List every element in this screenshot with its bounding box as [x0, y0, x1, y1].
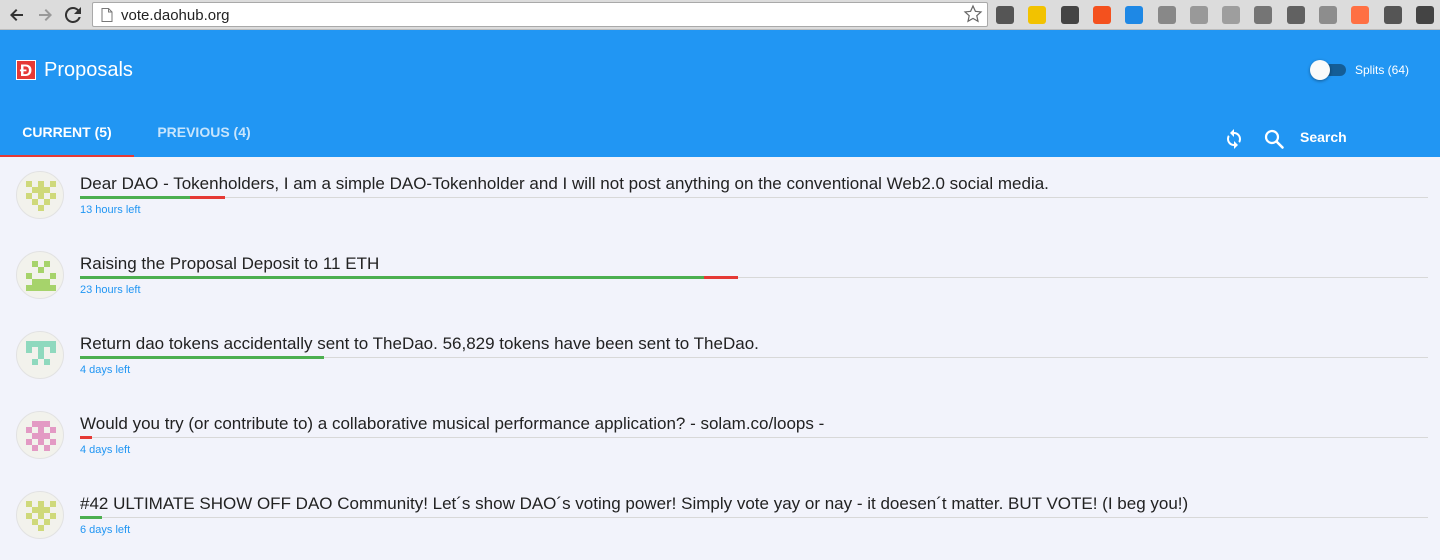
proposal-divider — [80, 437, 1428, 438]
vote-bar — [80, 436, 92, 439]
proposal-list: Dear DAO - Tokenholders, I am a simple D… — [0, 157, 1440, 557]
ext-11-icon[interactable] — [1319, 6, 1337, 24]
app-header: Đ Proposals Splits (64) CURRENT (5) PREV… — [0, 30, 1440, 157]
vote-bar-yes — [80, 516, 103, 519]
proposal-title[interactable]: #42 ULTIMATE SHOW OFF DAO Community! Let… — [80, 494, 1188, 514]
proposal-row[interactable]: Return dao tokens accidentally sent to T… — [0, 317, 1440, 397]
proposal-row[interactable]: Dear DAO - Tokenholders, I am a simple D… — [0, 157, 1440, 237]
ext-3-icon[interactable] — [1060, 6, 1079, 24]
time-left: 4 days left — [80, 444, 131, 456]
vote-bar-no — [189, 196, 226, 199]
vote-bar — [80, 356, 325, 359]
splits-label: Splits (64) — [1354, 63, 1409, 77]
identicon-icon — [26, 181, 56, 211]
proposal-title[interactable]: Raising the Proposal Deposit to 11 ETH — [80, 254, 379, 274]
forward-button[interactable] — [34, 4, 56, 26]
toggle-thumb — [1309, 60, 1330, 80]
vote-bar — [80, 196, 226, 199]
page-icon — [101, 8, 113, 22]
tab-current[interactable]: CURRENT (5) — [0, 30, 134, 157]
refresh-icon — [1227, 129, 1241, 149]
ext-1-icon[interactable] — [996, 6, 1014, 24]
vote-bar-no — [80, 436, 92, 439]
search-icon — [1264, 129, 1284, 149]
splits-toggle-group: Splits (64) — [1309, 60, 1409, 80]
ext-14-icon[interactable] — [1415, 6, 1434, 24]
vote-bar-no — [704, 276, 739, 279]
identicon-icon — [26, 501, 56, 531]
search-button[interactable] — [1262, 127, 1286, 151]
vote-bar-yes — [80, 196, 190, 199]
identicon-avatar — [16, 171, 64, 219]
arrow-right-icon — [39, 9, 52, 21]
ext-13-icon[interactable] — [1383, 6, 1402, 24]
time-left: 23 hours left — [80, 284, 141, 296]
ext-5-icon[interactable] — [1125, 6, 1144, 24]
vote-bar-yes — [80, 276, 705, 279]
tab-previous[interactable]: PREVIOUS (4) — [134, 30, 274, 157]
identicon-avatar — [16, 491, 64, 539]
time-left: 4 days left — [80, 364, 131, 376]
vote-bar-yes — [80, 356, 325, 359]
identicon-avatar — [16, 411, 64, 459]
identicon-icon — [26, 341, 56, 365]
proposal-divider — [80, 517, 1428, 518]
proposal-title[interactable]: Dear DAO - Tokenholders, I am a simple D… — [80, 174, 1049, 194]
identicon-icon — [26, 421, 56, 451]
time-left: 13 hours left — [80, 204, 141, 216]
ext-4-icon[interactable] — [1092, 6, 1111, 24]
time-left: 6 days left — [80, 524, 131, 536]
vote-bar — [80, 276, 739, 279]
proposal-title[interactable]: Would you try (or contribute to) a colla… — [80, 414, 824, 434]
ext-2-icon[interactable] — [1028, 6, 1047, 24]
tab-previous-label: PREVIOUS (4) — [157, 124, 251, 140]
refresh-button[interactable] — [1222, 127, 1246, 151]
url-text: vote.daohub.org — [121, 7, 230, 24]
browser-toolbar: vote.daohub.org — [0, 0, 1440, 30]
identicon-icon — [26, 261, 56, 291]
ext-7-icon[interactable] — [1189, 6, 1208, 24]
ext-12-icon[interactable] — [1351, 6, 1370, 24]
proposal-row[interactable]: Raising the Proposal Deposit to 11 ETH 2… — [0, 237, 1440, 317]
proposal-row[interactable]: #42 ULTIMATE SHOW OFF DAO Community! Let… — [0, 477, 1440, 557]
ext-9-icon[interactable] — [1254, 6, 1273, 24]
splits-toggle[interactable] — [1309, 60, 1346, 80]
back-button[interactable] — [6, 4, 28, 26]
search-label[interactable]: Search — [1300, 129, 1347, 145]
ext-8-icon[interactable] — [1222, 6, 1241, 24]
proposal-row[interactable]: Would you try (or contribute to) a colla… — [0, 397, 1440, 477]
vote-bar — [80, 516, 103, 519]
ext-6-icon[interactable] — [1157, 6, 1176, 24]
reload-icon — [65, 7, 81, 23]
ext-10-icon[interactable] — [1286, 6, 1305, 24]
tab-current-label: CURRENT (5) — [22, 124, 112, 140]
identicon-avatar — [16, 331, 64, 379]
proposal-divider — [80, 197, 1428, 198]
reload-button[interactable] — [62, 4, 84, 26]
arrow-left-icon — [10, 9, 23, 21]
address-bar[interactable]: vote.daohub.org — [92, 2, 988, 27]
identicon-avatar — [16, 251, 64, 299]
bookmark-star-icon[interactable] — [963, 4, 983, 24]
proposal-title[interactable]: Return dao tokens accidentally sent to T… — [80, 334, 759, 354]
